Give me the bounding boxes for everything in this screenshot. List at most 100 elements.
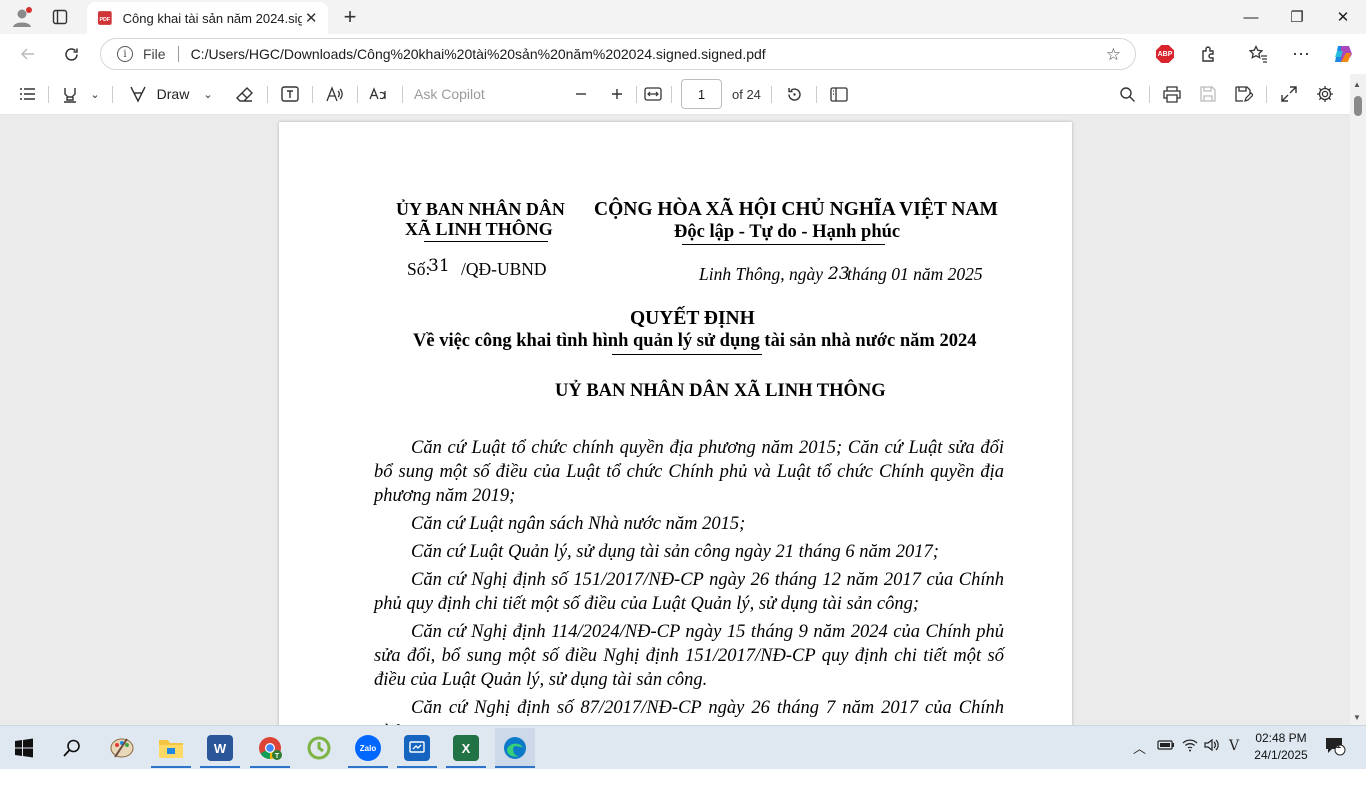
close-window-button[interactable]: ✕ (1320, 0, 1366, 34)
rotate-button[interactable] (781, 82, 807, 106)
notification-center-button[interactable]: 1 (1324, 736, 1346, 759)
profile-icon (13, 7, 32, 27)
draw-options-button[interactable]: ⌄ (199, 82, 217, 106)
ask-copilot-input[interactable]: Ask Copilot (414, 82, 514, 106)
legal-basis-paragraph: Căn cứ Luật ngân sách Nhà nước năm 2015; (411, 514, 746, 534)
taskbar-app-screen-tool[interactable] (397, 728, 437, 768)
url-text[interactable]: C:/Users/HGC/Downloads/Công%20khai%20tài… (191, 46, 766, 62)
clock[interactable]: 02:48 PM 24/1/2025 (1247, 730, 1315, 764)
vertical-scrollbar[interactable]: ▲ ▼ (1350, 74, 1366, 725)
taskbar-app-greenshot[interactable] (299, 728, 339, 768)
favorites-button[interactable] (1244, 40, 1272, 68)
vertical-tabs-icon (52, 9, 68, 25)
taskbar-app-file-explorer[interactable] (151, 728, 191, 768)
tab-strip: PDF Công khai tài sản năm 2024.signed.si… (0, 0, 1366, 34)
text-box-icon (281, 86, 299, 102)
fit-to-width-button[interactable] (640, 82, 666, 106)
taskbar-app-zalo[interactable]: Zalo (348, 728, 388, 768)
minus-icon (576, 93, 586, 95)
motto-underline (682, 244, 885, 245)
decision-number-prefix: Số: (407, 259, 431, 279)
start-button[interactable] (4, 728, 44, 768)
add-text-button[interactable] (277, 82, 303, 106)
issuer-underline (424, 241, 548, 242)
adblock-extension-button[interactable]: ABP (1151, 40, 1179, 68)
adblock-icon: ABP (1156, 45, 1174, 63)
screen-bottom-area (0, 769, 1366, 786)
toolbar-divider (312, 86, 313, 103)
save-button[interactable] (1195, 82, 1221, 106)
input-method-icon[interactable]: V (1229, 738, 1239, 754)
svg-text:T: T (275, 753, 280, 760)
draw-button[interactable]: Draw (155, 82, 191, 106)
highlight-options-button[interactable]: ⌄ (86, 82, 104, 106)
taskbar-app-excel[interactable]: X (446, 728, 486, 768)
new-tab-button[interactable]: + (336, 3, 364, 31)
more-dots-icon: ⋯ (1292, 43, 1310, 64)
pdf-viewer[interactable]: ỦY BAN NHÂN DÂN XÃ LINH THÔNG Số: 31 /QĐ… (0, 115, 1366, 725)
find-button[interactable] (1114, 82, 1140, 106)
refresh-icon (64, 47, 78, 61)
pdf-settings-button[interactable] (1312, 82, 1338, 106)
tab-close-button[interactable]: ✕ (302, 9, 320, 27)
taskbar-app-edge[interactable] (495, 728, 535, 768)
page-number-input[interactable]: 1 (681, 79, 722, 109)
toolbar-divider (357, 86, 358, 103)
draw-icon (130, 86, 146, 103)
zoom-in-button[interactable] (604, 82, 630, 106)
save-as-button[interactable] (1231, 82, 1257, 106)
search-icon (1119, 86, 1135, 102)
draw-pen-button[interactable] (125, 82, 151, 106)
document-title: QUYẾT ĐỊNH (630, 308, 755, 329)
read-aloud-icon (326, 86, 343, 102)
tab-pdf-document[interactable]: PDF Công khai tài sản năm 2024.signed.si… (87, 2, 328, 34)
taskbar-app-paint[interactable] (102, 728, 142, 768)
volume-icon[interactable] (1204, 738, 1220, 755)
print-button[interactable] (1159, 82, 1185, 106)
page-view-icon (830, 86, 848, 102)
ask-copilot-placeholder: Ask Copilot (414, 86, 485, 102)
settings-more-button[interactable]: ⋯ (1287, 40, 1315, 68)
battery-icon[interactable] (1157, 738, 1175, 754)
erase-button[interactable] (232, 82, 258, 106)
address-bar[interactable]: i File C:/Users/HGC/Downloads/Công%20kha… (100, 38, 1136, 70)
translate-button[interactable] (366, 82, 392, 106)
back-button[interactable] (14, 40, 42, 68)
taskbar-app-word[interactable]: W (200, 728, 240, 768)
notification-count: 1 (1336, 740, 1342, 750)
taskbar-app-chrome[interactable]: T (250, 728, 290, 768)
favorite-star-icon[interactable]: ☆ (1106, 45, 1121, 65)
scrollbar-thumb[interactable] (1354, 96, 1362, 116)
toolbar-divider (671, 86, 672, 103)
zoom-out-button[interactable] (568, 82, 594, 106)
info-icon[interactable]: i (117, 46, 133, 62)
contents-list-icon (19, 88, 35, 100)
highlight-button[interactable] (58, 82, 82, 106)
puzzle-icon (1202, 46, 1214, 62)
tray-overflow-chevron-icon[interactable]: ︿ (1133, 738, 1146, 757)
greenshot-icon (307, 736, 331, 760)
extensions-button[interactable] (1195, 40, 1223, 68)
pdf-toolbar: ⌄ Draw ⌄ Ask Copilot 1 of 24 (0, 74, 1366, 115)
wifi-icon[interactable] (1182, 738, 1198, 755)
page-view-button[interactable] (826, 82, 852, 106)
minimize-button[interactable]: — (1228, 0, 1274, 34)
tab-actions-button[interactable] (46, 3, 74, 31)
tab-title: Công khai tài sản năm 2024.signed.signed… (122, 10, 303, 26)
toolbar-divider (48, 86, 49, 103)
taskbar-search-button[interactable] (52, 728, 92, 768)
scroll-up-arrow-icon[interactable]: ▲ (1353, 80, 1361, 89)
table-of-contents-button[interactable] (14, 82, 40, 106)
maximize-button[interactable]: ❐ (1274, 0, 1320, 34)
toolbar-divider (816, 86, 817, 103)
copilot-button[interactable] (1329, 40, 1357, 68)
favorites-list-icon (1248, 45, 1267, 63)
refresh-button[interactable] (57, 40, 85, 68)
windows-taskbar: W T Zalo X ︿ V 02:48 PM 24/1/2025 1 (0, 725, 1366, 769)
full-screen-button[interactable] (1276, 82, 1302, 106)
scroll-down-arrow-icon[interactable]: ▼ (1353, 713, 1361, 722)
toolbar-divider (402, 86, 403, 103)
read-aloud-button[interactable] (322, 82, 348, 106)
expand-icon (1281, 86, 1297, 102)
profile-button[interactable] (8, 3, 36, 31)
